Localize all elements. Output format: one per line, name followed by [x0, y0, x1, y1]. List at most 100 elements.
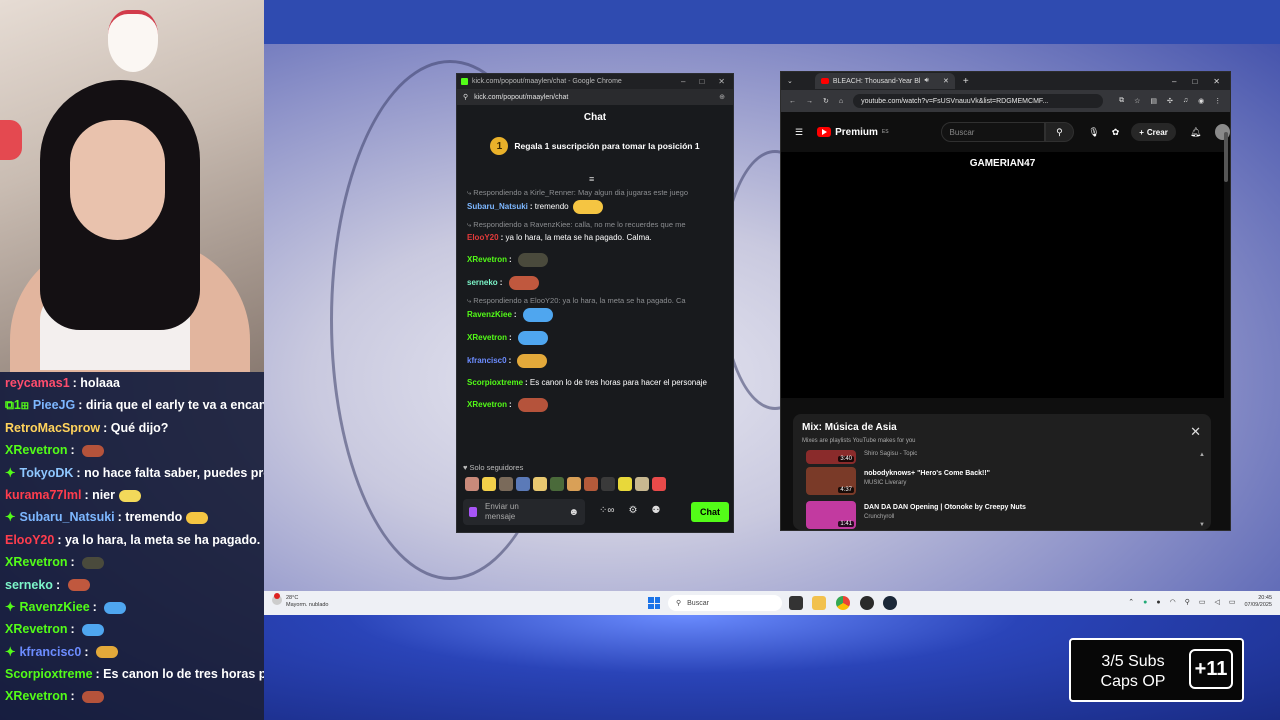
- tray-app-icon[interactable]: ●: [1156, 599, 1160, 606]
- bell-icon[interactable]: 🔔︎: [1190, 127, 1201, 138]
- speaker-icon[interactable]: 🔊︎: [924, 77, 928, 85]
- bookmark-star-icon[interactable]: ☆: [1134, 97, 1140, 105]
- reply-context[interactable]: ⤷ Respondiendo a ElooY20: ya lo hara, la…: [467, 296, 723, 306]
- gift-sub-promo[interactable]: 1 Regala 1 suscripción para tomar la pos…: [457, 129, 733, 163]
- chat-username[interactable]: Subaru_Natsuki: [467, 202, 528, 211]
- file-explorer-icon[interactable]: [812, 596, 826, 610]
- close-icon[interactable]: ✕: [1213, 77, 1220, 86]
- gemini-icon[interactable]: ✿: [1112, 127, 1120, 138]
- chat-username[interactable]: XRevetron: [467, 333, 507, 342]
- tab-youtube[interactable]: BLEACH: Thousand-Year Bl 🔊︎ ✕: [814, 73, 955, 89]
- emote-quick[interactable]: [482, 477, 496, 491]
- badges-icon[interactable]: ⁘∞: [599, 505, 615, 516]
- mix-item-thumbnail[interactable]: 1:41: [806, 501, 856, 529]
- minimize-icon[interactable]: –: [1172, 77, 1176, 86]
- reading-list-icon[interactable]: ▤: [1150, 97, 1157, 105]
- kick-address-bar[interactable]: ⚲ kick.com/popout/maaylen/chat ⊕: [457, 89, 733, 105]
- emote-quick[interactable]: [601, 477, 615, 491]
- chat-username[interactable]: XRevetron: [467, 255, 507, 264]
- gear-icon[interactable]: ⚙: [629, 505, 638, 516]
- volume-icon[interactable]: ◁: [1214, 598, 1219, 606]
- create-label: Crear: [1146, 127, 1168, 137]
- mix-item-thumbnail[interactable]: 3:40: [806, 450, 856, 464]
- emote-quick[interactable]: [567, 477, 581, 491]
- subs-goal-badge: +11: [1189, 649, 1233, 689]
- chat-username: XRevetron: [5, 622, 68, 637]
- media-icon[interactable]: ♫: [1183, 97, 1188, 105]
- emote-quick[interactable]: [550, 477, 564, 491]
- obs-icon[interactable]: [860, 596, 874, 610]
- windows-start-icon[interactable]: [648, 597, 660, 609]
- youtube-premium-logo[interactable]: Premium ES: [817, 127, 889, 138]
- scroll-down-icon[interactable]: ▼: [1199, 522, 1205, 528]
- forward-icon[interactable]: →: [806, 98, 813, 105]
- cast-icon[interactable]: ⧉: [1119, 97, 1124, 105]
- kick-url: kick.com/popout/maaylen/chat: [474, 93, 569, 101]
- page-scrollbar[interactable]: [1224, 132, 1228, 182]
- yt-url-field[interactable]: youtube.com/watch?v=FsUSVnauuVk&list=RDG…: [853, 94, 1104, 108]
- scroll-up-icon[interactable]: ▲: [1199, 452, 1205, 458]
- mic-icon[interactable]: 🎙︎: [1088, 127, 1099, 138]
- close-icon[interactable]: ✕: [1190, 424, 1201, 440]
- back-icon[interactable]: ←: [789, 98, 796, 105]
- chrome-icon[interactable]: [836, 596, 850, 610]
- reply-context[interactable]: ⤷ Respondiendo a Kirle_Renner: May algun…: [467, 188, 723, 198]
- task-view-icon[interactable]: [789, 596, 803, 610]
- chat-username[interactable]: ElooY20: [467, 233, 499, 242]
- subs-goal-count: 3/5 Subs: [1101, 653, 1165, 670]
- chat-username[interactable]: serneko: [467, 278, 498, 287]
- profile-icon[interactable]: ◉: [1198, 97, 1204, 105]
- close-icon[interactable]: ✕: [718, 77, 725, 86]
- mix-item[interactable]: 3:40 Shiro Sagisu - Topic: [806, 450, 917, 464]
- emoji-picker-icon[interactable]: ☻: [568, 507, 579, 518]
- mix-item[interactable]: 4:37 nobodyknows+ "Hero's Come Back!!" M…: [806, 467, 990, 497]
- emote-quick[interactable]: [652, 477, 666, 491]
- home-icon[interactable]: ⌂: [839, 98, 843, 105]
- chat-username[interactable]: kfrancisc0: [467, 356, 507, 365]
- send-chat-button[interactable]: Chat: [691, 502, 729, 522]
- gift-icon[interactable]: ⚉: [651, 505, 660, 516]
- minimize-icon[interactable]: –: [681, 77, 685, 86]
- chat-username[interactable]: RavenzKiee: [467, 310, 512, 319]
- create-button[interactable]: + Crear: [1131, 123, 1176, 141]
- emote-quick[interactable]: [533, 477, 547, 491]
- chat-input[interactable]: Enviar un mensaje ☻: [463, 499, 585, 525]
- emote-quick[interactable]: [499, 477, 513, 491]
- extensions-icon[interactable]: ✣: [1167, 97, 1173, 105]
- tray-chevron-icon[interactable]: ⌃: [1128, 598, 1134, 606]
- mix-item-thumbnail[interactable]: 4:37: [806, 467, 856, 495]
- reply-context[interactable]: ⤷ Respondiendo a RavenzKiee: calla, no m…: [467, 220, 723, 230]
- weather-widget[interactable]: 28°C Mayorm. nublado: [272, 593, 329, 609]
- maximize-icon[interactable]: □: [699, 77, 704, 86]
- yt-search-input[interactable]: Buscar: [940, 122, 1045, 142]
- site-settings-icon[interactable]: ⚲: [463, 93, 468, 101]
- reload-icon[interactable]: ↻: [823, 97, 829, 105]
- steam-icon[interactable]: [883, 596, 897, 610]
- mic-icon[interactable]: ⚲: [1185, 598, 1190, 606]
- new-tab-icon[interactable]: +: [963, 76, 969, 87]
- battery-icon[interactable]: ▭: [1229, 598, 1236, 606]
- emote-quick[interactable]: [516, 477, 530, 491]
- emote-quick[interactable]: [584, 477, 598, 491]
- menu-dots-icon[interactable]: ⋮: [1214, 97, 1221, 105]
- emote-quick[interactable]: [635, 477, 649, 491]
- overlay-chat-line: serneko:: [0, 574, 264, 596]
- mix-item-channel: Crunchyroll: [864, 514, 895, 520]
- maximize-icon[interactable]: □: [1192, 77, 1197, 86]
- mix-item[interactable]: 1:41 DAN DA DAN Opening | Otonoke by Cre…: [806, 501, 1026, 530]
- tab-search-icon[interactable]: ⌄: [787, 77, 793, 85]
- emote-quick[interactable]: [618, 477, 632, 491]
- search-icon[interactable]: ⚲: [1044, 122, 1075, 142]
- video-player[interactable]: GAMERIAN47: [781, 152, 1224, 398]
- emote-quick[interactable]: [465, 477, 479, 491]
- tab-close-icon[interactable]: ✕: [943, 77, 949, 85]
- hamburger-menu-icon[interactable]: ☰: [795, 127, 803, 138]
- wifi-icon[interactable]: ◠: [1170, 598, 1176, 606]
- display-icon[interactable]: ▭: [1199, 598, 1206, 606]
- taskbar-search[interactable]: ⚲ Buscar: [668, 595, 782, 611]
- chat-username[interactable]: Scorpioxtreme: [467, 378, 523, 387]
- chat-username[interactable]: XRevetron: [467, 400, 507, 409]
- zoom-icon[interactable]: ⊕: [719, 93, 733, 101]
- tray-app-icon[interactable]: ●: [1143, 599, 1147, 606]
- taskbar-clock[interactable]: 20:45 07/09/2025: [1244, 595, 1272, 609]
